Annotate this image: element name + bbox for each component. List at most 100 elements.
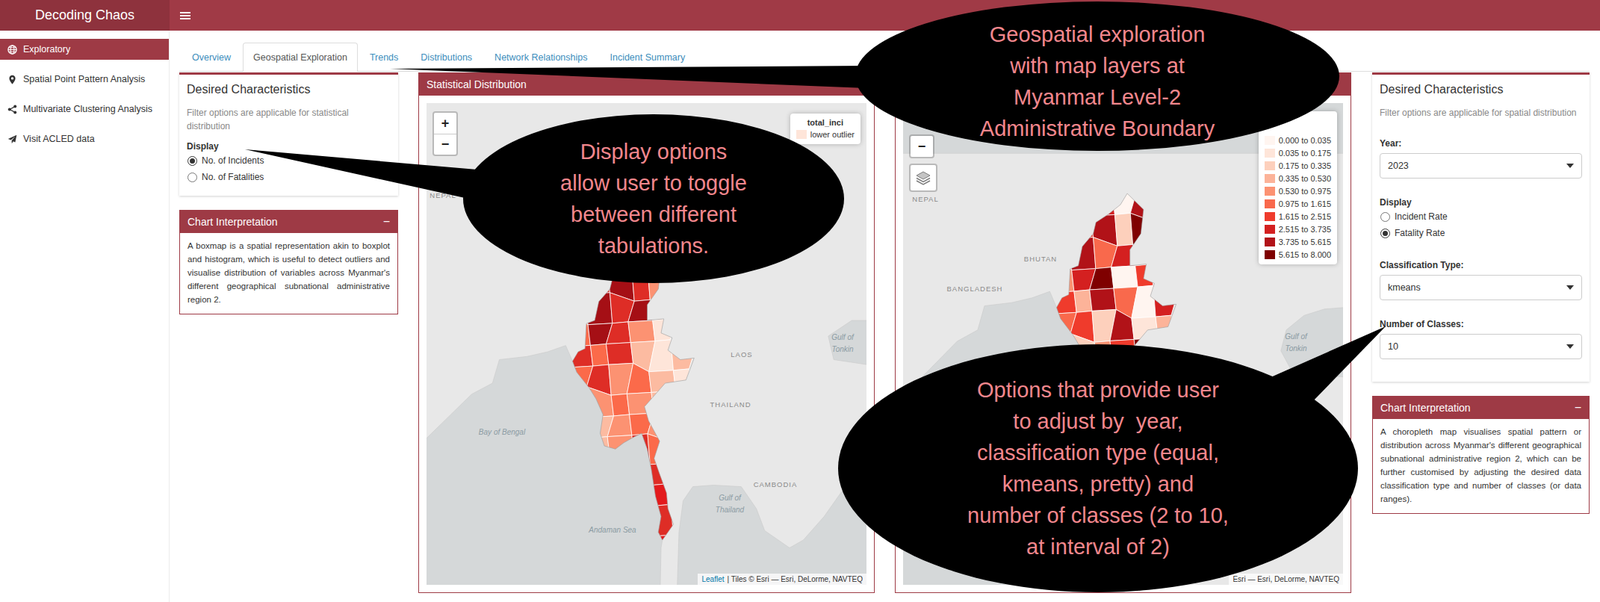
map-region[interactable] xyxy=(566,345,594,368)
map-region[interactable] xyxy=(1133,242,1158,266)
map-region[interactable] xyxy=(1068,215,1093,239)
radio-group: DisplayNo. of IncidentsNo. of Fatalities xyxy=(186,140,391,186)
attribution-link[interactable]: Leaflet xyxy=(701,575,724,584)
tab[interactable]: Overview xyxy=(181,42,242,72)
tab[interactable]: Distributions xyxy=(410,42,483,72)
map-region[interactable] xyxy=(1130,212,1158,245)
caret-icon xyxy=(1566,163,1574,169)
tab-label: Incident Summary xyxy=(609,52,685,63)
radio-option[interactable]: Fatality Rate xyxy=(1379,224,1583,242)
tab-label: Distributions xyxy=(420,52,473,63)
map-region[interactable] xyxy=(585,271,611,295)
map-region[interactable] xyxy=(628,320,656,343)
tab[interactable]: Trends xyxy=(359,42,409,72)
map-region[interactable] xyxy=(585,292,613,325)
zoom-out-button[interactable]: − xyxy=(910,135,933,157)
left-column: Desired CharacteristicsFilter options ar… xyxy=(179,72,399,315)
legend-item: 0.530 to 0.975 xyxy=(1264,184,1332,198)
radio-button[interactable] xyxy=(1380,212,1391,222)
sidebar-item[interactable]: Multivariate Clustering Analysis xyxy=(0,98,169,120)
map-region[interactable] xyxy=(651,391,677,414)
collapse-button[interactable]: − xyxy=(377,215,390,229)
radio-button[interactable] xyxy=(187,172,198,183)
map-region[interactable] xyxy=(606,342,634,366)
map-region[interactable] xyxy=(649,534,677,558)
map-region[interactable] xyxy=(649,298,675,321)
callout-line: Administrative Boundary xyxy=(980,112,1215,145)
radio-button[interactable] xyxy=(1380,228,1391,239)
tab[interactable]: Network Relationships xyxy=(484,42,598,72)
panel-note: Filter options are applicable for spatia… xyxy=(1379,106,1583,120)
map-region[interactable] xyxy=(1074,289,1093,313)
map-region[interactable] xyxy=(607,414,632,437)
layers-button[interactable] xyxy=(909,163,938,192)
dropdown[interactable]: 10 xyxy=(1379,333,1583,360)
panel-header: Statistical Distribution xyxy=(419,73,874,96)
zoom-control: +− xyxy=(432,111,458,157)
map-region[interactable] xyxy=(1089,288,1117,311)
map-region[interactable] xyxy=(590,344,609,367)
sidebar-item[interactable]: Spatial Point Pattern Analysis xyxy=(0,68,169,90)
field-label: Number of Classes: xyxy=(1379,318,1583,331)
legend-swatch xyxy=(1264,174,1276,184)
zoom-out-button[interactable]: − xyxy=(433,133,457,155)
legend-label: 0.035 to 0.175 xyxy=(1278,147,1332,159)
menu-toggle[interactable] xyxy=(169,0,201,31)
map-region[interactable] xyxy=(1094,340,1113,364)
callout-line: to adjust by year, xyxy=(1012,405,1183,437)
map-region[interactable] xyxy=(1070,333,1098,366)
map-region[interactable] xyxy=(1131,316,1159,340)
callout-text: Geospatial explorationwith map layers at… xyxy=(855,1,1340,151)
map-region[interactable] xyxy=(1050,261,1075,293)
dropdown[interactable]: kmeans xyxy=(1379,274,1583,301)
map-region[interactable] xyxy=(647,268,675,300)
map-region[interactable] xyxy=(1111,244,1136,267)
map-label: Tonkin xyxy=(1284,344,1307,353)
radio-option[interactable]: No. of Incidents xyxy=(186,152,391,169)
radio-option[interactable]: Incident Rate xyxy=(1379,208,1583,225)
map-region[interactable] xyxy=(1070,310,1095,343)
map-region[interactable] xyxy=(1115,212,1134,246)
dropdown[interactable]: 2023 xyxy=(1379,153,1583,179)
map-region[interactable] xyxy=(626,392,654,415)
tab[interactable]: Geospatial Exploration xyxy=(242,42,358,72)
map-region[interactable] xyxy=(631,268,650,302)
tab[interactable]: Incident Summary xyxy=(599,42,696,72)
map-region[interactable] xyxy=(626,363,652,394)
map-region[interactable] xyxy=(1068,237,1096,271)
radio-option[interactable]: No. of Fatalities xyxy=(186,168,391,186)
map-label: BANGLADESH xyxy=(947,284,1004,293)
map-region[interactable] xyxy=(1089,267,1114,290)
map-region[interactable] xyxy=(647,433,675,465)
map-label: LAOS xyxy=(730,350,753,359)
box-title: Chart Interpretation xyxy=(187,215,278,228)
sidebar-item[interactable]: Exploratory xyxy=(0,38,169,60)
legend-item: 0.335 to 0.530 xyxy=(1264,171,1332,185)
map-region[interactable] xyxy=(611,393,629,417)
map-region[interactable] xyxy=(566,315,591,347)
collapse-button[interactable]: − xyxy=(1568,401,1582,415)
map-region[interactable] xyxy=(628,299,653,322)
radio-button[interactable] xyxy=(187,156,198,166)
map-region[interactable] xyxy=(1109,309,1134,341)
map-region[interactable] xyxy=(586,386,614,418)
filter-panel: Desired CharacteristicsFilter options ar… xyxy=(1372,72,1590,382)
tab-label: Trends xyxy=(369,52,399,63)
map-region[interactable] xyxy=(1090,193,1115,216)
zoom-in-button[interactable]: + xyxy=(433,112,457,134)
sidebar-item[interactable]: Visit ACLED data xyxy=(0,128,169,150)
map-region[interactable] xyxy=(606,321,632,345)
map-region[interactable] xyxy=(1111,265,1139,289)
callout-bubble xyxy=(245,114,845,284)
legend-item: 0.175 to 0.335 xyxy=(1264,159,1332,172)
map-region[interactable] xyxy=(1133,338,1158,361)
map-region[interactable] xyxy=(1109,339,1137,362)
map-region[interactable] xyxy=(586,364,612,396)
layers-icon xyxy=(915,170,932,186)
map-region[interactable] xyxy=(649,370,677,393)
map-region[interactable] xyxy=(585,436,611,460)
map-region[interactable] xyxy=(649,504,674,537)
map-region[interactable] xyxy=(607,435,635,467)
map-region[interactable] xyxy=(1050,291,1078,314)
map-label: Andaman Sea xyxy=(588,525,636,535)
